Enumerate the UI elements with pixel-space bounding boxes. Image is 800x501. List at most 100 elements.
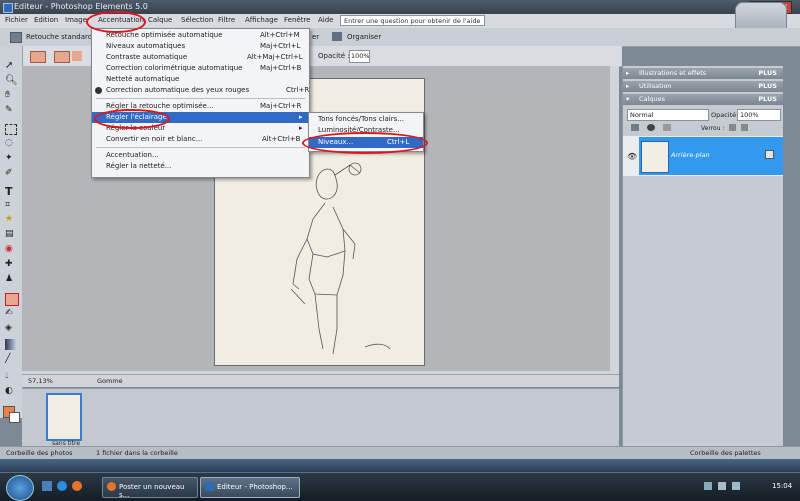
magic-wand-tool-icon[interactable]: ✦ (5, 153, 17, 164)
annotation-circle-accentuation (86, 11, 146, 33)
menu-item-label: Correction automatique des yeux rouges (106, 86, 250, 94)
menu-item-label: Niveaux automatiques (106, 42, 186, 50)
panel-utilisation-header[interactable]: ▸ Utilisation PLUS (623, 81, 783, 92)
move-tool-icon[interactable]: ➚ (5, 60, 17, 71)
lock-label: Verrou : (701, 125, 725, 132)
menu-separator (96, 98, 305, 99)
adjustment-layer-icon[interactable] (647, 124, 655, 131)
layer-shortcut-label[interactable]: er (312, 33, 319, 41)
clone-stamp-icon[interactable]: ♟ (5, 274, 17, 285)
background-color-swatch[interactable] (9, 412, 20, 423)
current-tool-label: Gomme (97, 377, 123, 385)
menu-fichier[interactable]: Fichier (5, 16, 28, 24)
menu-item-shortcut: Alt+Ctrl+B (262, 135, 301, 143)
menu-item-auto-color[interactable]: Correction colorimétrique automatique Maj… (92, 63, 309, 74)
paint-bucket-icon[interactable]: ◈ (5, 323, 17, 334)
menu-item-auto-contrast[interactable]: Contraste automatique Alt+Maj+Ctrl+L (92, 52, 309, 63)
panel-calques-more[interactable]: PLUS (758, 94, 777, 105)
cookie-cutter-icon[interactable]: ★ (5, 214, 17, 225)
photo-bin-toggle[interactable]: Corbeille des photos (6, 449, 73, 457)
menu-item-label: Contraste automatique (106, 53, 188, 61)
taskbar: Poster un nouveau s... Editeur - Photosh… (0, 472, 800, 501)
eraser-mode2-icon[interactable] (72, 51, 82, 61)
submenu-arrow-icon: ▸ (299, 113, 303, 121)
menu-calque[interactable]: Calque (148, 16, 172, 24)
palette-bin-toggle[interactable]: Corbeille des palettes (690, 449, 761, 457)
marquee-tool-icon[interactable] (5, 124, 17, 135)
help-search-input[interactable]: Entrer une question pour obtenir de l'ai… (340, 15, 485, 26)
layer-opacity-field[interactable]: 100% (737, 109, 781, 121)
menu-image[interactable]: Image (65, 16, 87, 24)
crop-tool-icon[interactable]: ⌗ (5, 200, 17, 211)
eraser-preset-icon[interactable] (30, 51, 46, 63)
hand-tool-icon[interactable]: ✋︎ (5, 90, 17, 101)
layer-visibility-icon[interactable]: 👁︎ (627, 152, 637, 161)
menu-item-auto-levels[interactable]: Niveaux automatiques Maj+Ctrl+L (92, 41, 309, 52)
menu-item-auto-red-eye[interactable]: Correction automatique des yeux rouges Ct… (92, 85, 309, 96)
task-label-browser: Poster un nouveau s... (119, 483, 185, 499)
menu-item-adjust-sharpness[interactable]: Régler la netteté... (92, 161, 309, 172)
photo-thumbnail[interactable] (46, 393, 82, 441)
organize-button[interactable]: Organiser (347, 33, 381, 41)
zoom-tool-icon[interactable]: 🔍︎ (5, 75, 18, 86)
panel-illustrations-more[interactable]: PLUS (758, 68, 777, 79)
blur-tool-icon[interactable]: 💧︎ (5, 371, 17, 382)
shape-tool-icon[interactable]: ╱ (5, 354, 17, 365)
ie-icon[interactable] (57, 481, 67, 491)
eyedropper-tool-icon[interactable]: ✎ (5, 105, 17, 116)
show-desktop-icon[interactable] (42, 481, 52, 491)
healing-brush-icon[interactable]: ✚ (5, 259, 17, 270)
tray-volume-icon[interactable] (718, 482, 726, 490)
menu-selection[interactable]: Sélection (181, 16, 213, 24)
menu-item-auto-sharpen[interactable]: Netteté automatique (92, 74, 309, 85)
panel-calques-header[interactable]: ▾ Calques PLUS (623, 94, 783, 105)
menu-filtre[interactable]: Filtre (218, 16, 235, 24)
eraser-mode-icon[interactable] (54, 51, 70, 63)
new-layer-icon[interactable] (631, 124, 639, 131)
menu-affichage[interactable]: Affichage (245, 16, 278, 24)
type-tool-icon[interactable]: T (5, 185, 17, 198)
vertical-scrollbar[interactable] (610, 66, 619, 374)
firefox-icon[interactable] (72, 481, 82, 491)
layer-lock-icon (765, 150, 774, 159)
panel-illustrations-header[interactable]: ▸ Illustrations et effets PLUS (623, 68, 783, 79)
task-button-editor[interactable]: Editeur - Photoshop... (200, 477, 300, 498)
layer-name[interactable]: Arrière-plan (671, 151, 710, 159)
tray-network-icon[interactable] (704, 482, 712, 490)
status-bar: 57,13% Gomme (22, 374, 619, 387)
menu-edition[interactable]: Edition (34, 16, 58, 24)
delete-layer-icon[interactable] (663, 124, 671, 131)
menu-item-shortcut: Maj+Ctrl+B (260, 64, 302, 72)
opacity-label: Opacité : (318, 52, 350, 60)
menu-fenetre[interactable]: Fenêtre (284, 16, 310, 24)
menu-aide[interactable]: Aide (318, 16, 333, 24)
menu-item-convert-bw[interactable]: Convertir en noir et blanc... Alt+Ctrl+B (92, 134, 309, 145)
lasso-tool-icon[interactable]: ◌ (5, 138, 17, 149)
annotation-circle-niveaux (302, 132, 428, 154)
lock-transparency-icon[interactable] (729, 124, 736, 131)
quick-fix-button[interactable]: Retouche standard (26, 33, 92, 41)
submenu-item-shadows-highlights[interactable]: Tons foncés/Tons clairs... (309, 114, 423, 125)
menu-item-shortcut: Maj+Ctrl+L (260, 42, 301, 50)
red-eye-tool-icon[interactable]: ◉ (5, 244, 17, 255)
straighten-tool-icon[interactable]: ▤ (5, 229, 17, 240)
brush-tool-icon[interactable]: ✍︎ (5, 308, 17, 319)
task-button-browser[interactable]: Poster un nouveau s... (102, 477, 198, 499)
zoom-level[interactable]: 57,13% (28, 377, 53, 385)
panel-utilisation-more[interactable]: PLUS (758, 81, 777, 92)
gradient-tool-icon[interactable] (5, 339, 17, 350)
start-button[interactable] (6, 475, 34, 501)
blend-mode-select[interactable]: Normal (627, 109, 709, 121)
opacity-field[interactable]: 100% (349, 50, 370, 63)
clock[interactable]: 15:04 (772, 482, 792, 490)
palette-bin: ▸ Illustrations et effets PLUS ▸ Utilisatio… (622, 66, 783, 446)
layer-row-background[interactable]: Arrière-plan (639, 137, 783, 175)
menu-item-unsharp-mask[interactable]: Accentuation... (92, 150, 309, 161)
browser-task-icon (107, 482, 116, 491)
sponge-tool-icon[interactable]: ◐ (5, 386, 17, 397)
task-label-editor: Editeur - Photoshop... (217, 483, 293, 491)
tray-app-icon[interactable] (732, 482, 740, 490)
lock-all-icon[interactable] (741, 124, 748, 131)
eraser-tool-icon[interactable] (5, 293, 19, 306)
selection-brush-icon[interactable]: ✐ (5, 168, 17, 179)
